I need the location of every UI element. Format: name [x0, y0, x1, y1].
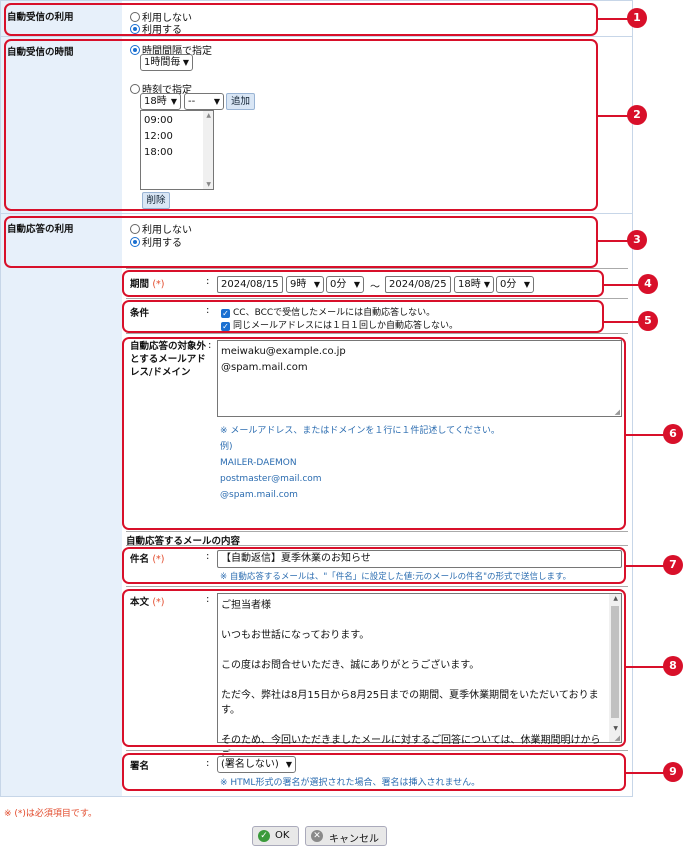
check-circle-icon: ✓ — [258, 830, 270, 842]
row-divider — [0, 36, 633, 37]
callout-leader — [604, 284, 640, 286]
callout-leader — [604, 321, 640, 323]
callout-number: 5 — [638, 311, 658, 331]
callout-number: 9 — [663, 762, 683, 782]
callout-number: 4 — [638, 274, 658, 294]
annotation-box — [122, 270, 604, 297]
row-divider — [0, 213, 633, 214]
callout-leader — [626, 434, 666, 436]
cancel-button[interactable]: ✕ キャンセル — [305, 826, 387, 846]
cancel-x-icon: ✕ — [311, 830, 323, 842]
callout-number: 6 — [663, 424, 683, 444]
callout-number: 1 — [627, 8, 647, 28]
required-note: ※ (*)は必須項目です。 — [4, 809, 98, 819]
divider — [126, 586, 628, 587]
callout-leader — [626, 565, 666, 567]
divider — [126, 750, 628, 751]
callout-leader — [626, 772, 666, 774]
callout-leader — [626, 666, 666, 668]
annotation-box — [122, 589, 626, 747]
annotation-box — [4, 39, 598, 211]
annotation-box — [122, 547, 626, 584]
callout-number: 7 — [663, 555, 683, 575]
divider — [126, 531, 628, 532]
divider — [126, 268, 628, 269]
callout-number: 3 — [627, 230, 647, 250]
annotation-box — [122, 337, 626, 530]
annotation-box — [4, 3, 598, 36]
callout-number: 2 — [627, 105, 647, 125]
annotation-box — [122, 300, 604, 333]
annotation-box — [122, 753, 626, 791]
divider — [126, 298, 628, 299]
callout-number: 8 — [663, 656, 683, 676]
ok-button[interactable]: ✓ OK — [252, 826, 299, 846]
annotation-box — [4, 216, 598, 268]
divider — [126, 333, 628, 334]
divider — [126, 545, 628, 546]
